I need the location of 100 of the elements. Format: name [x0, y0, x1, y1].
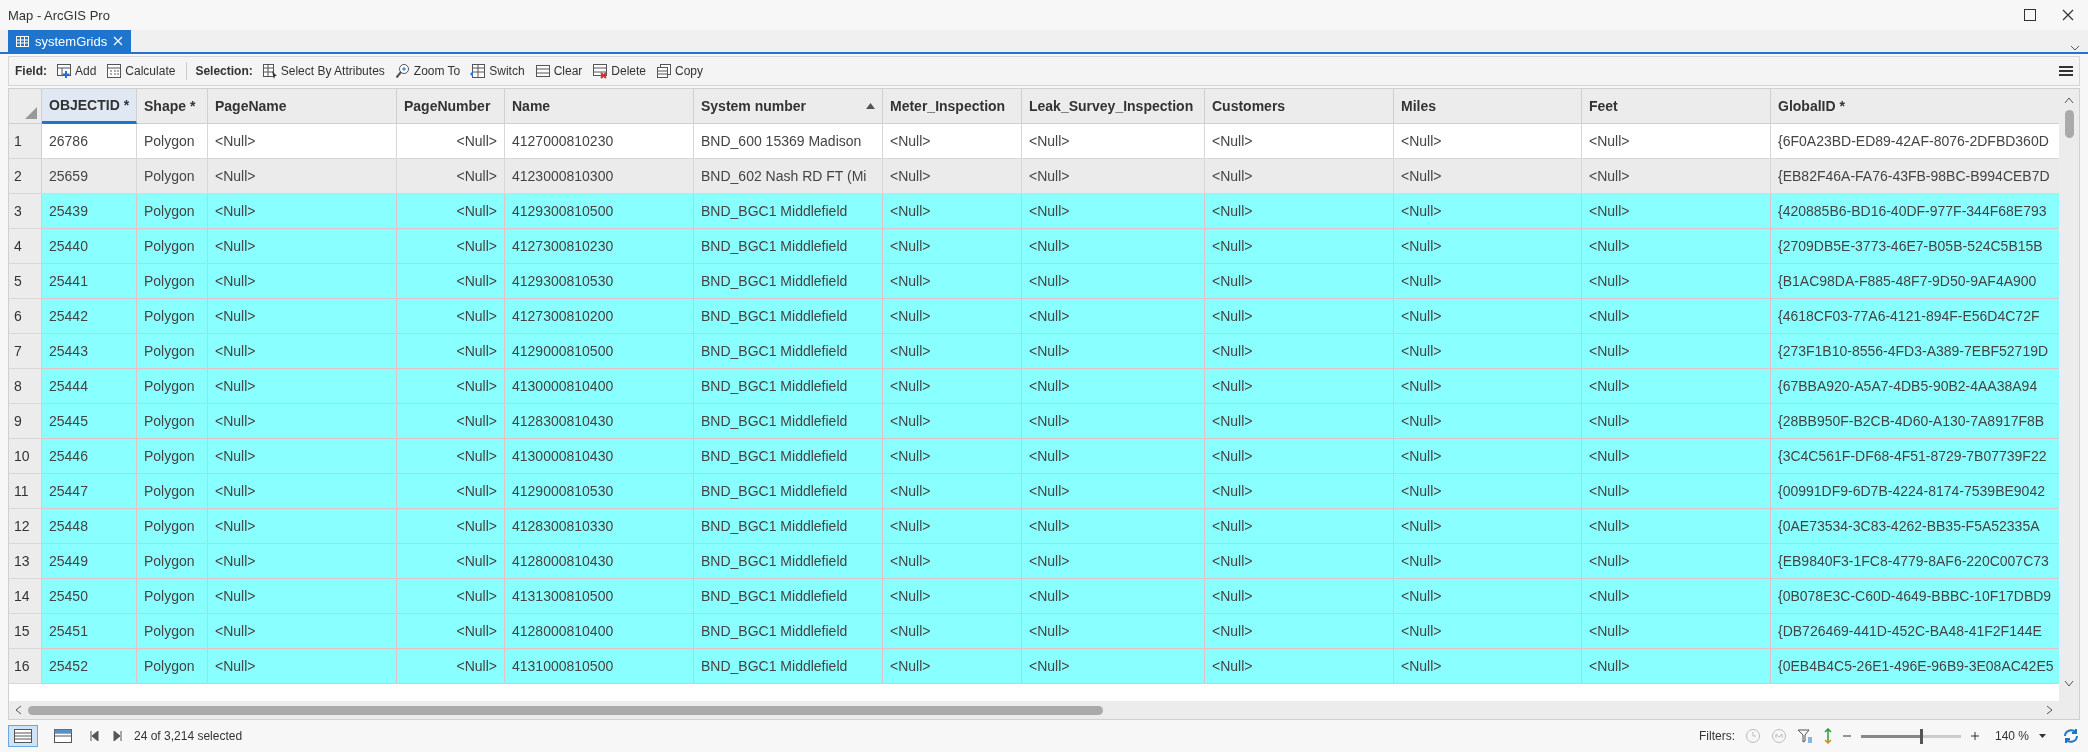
row-number: 14	[9, 579, 42, 614]
row-number: 7	[9, 334, 42, 369]
toolbar-button[interactable]: Add	[53, 61, 100, 81]
toolbar-button[interactable]: Clear	[531, 61, 586, 81]
copy-icon	[656, 63, 672, 79]
sort-arrows-icon	[1822, 728, 1833, 744]
scroll-up-icon	[2064, 97, 2074, 104]
table-view-icon	[14, 729, 32, 743]
calculator-icon	[106, 63, 123, 79]
table-row[interactable]: 12 25448 Polygon <Null> <Null> 4128300810330 BND_BGC1 Middlefield <Null> <Null> <Null> <Null> <Null> {0AE73534-3C83-4262-BB35-F5A52335A	[9, 509, 2059, 544]
toolbar-button[interactable]: Switch	[467, 61, 528, 81]
last-icon	[113, 731, 122, 741]
table-row[interactable]: 9 25445 Polygon <Null> <Null> 4128300810430 BND_BGC1 Middlefield <Null> <Null> <Null> <Null> <Null> {28BB950F-B2CB-4D60-A130-7A8917F8B	[9, 404, 2059, 439]
slider-thumb[interactable]	[1919, 728, 1923, 744]
column-header[interactable]: Leak_Survey_Inspection	[1022, 89, 1205, 124]
table-row[interactable]: 13 25449 Polygon <Null> <Null> 4128000810430 BND_BGC1 Middlefield <Null> <Null> <Null> <Null> <Null> {EB9840F3-1FC8-4779-8AF6-220C007C73	[9, 544, 2059, 579]
table-cell: <Null>	[1205, 649, 1394, 684]
column-header[interactable]: OBJECTID *	[42, 89, 137, 124]
scroll-down-icon	[2064, 680, 2074, 687]
row-number: 13	[9, 544, 42, 579]
row-number: 8	[9, 369, 42, 404]
maximize-icon	[2024, 9, 2036, 21]
table-cell: <Null>	[883, 649, 1022, 684]
toolbar-button[interactable]: Calculate	[103, 61, 179, 81]
refresh-icon	[2062, 727, 2080, 745]
group-label: Field:	[15, 64, 47, 78]
table-row[interactable]: 2 25659 Polygon <Null> <Null> 4123000810300 BND_602 Nash RD FT (Mi <Null> <Null> <Null> <Null> <Null> {EB82F46A-FA76-43FB-98BC-B994CEB7D	[9, 159, 2059, 194]
first-button[interactable]	[88, 731, 101, 741]
clock-icon	[1744, 728, 1761, 744]
close-icon	[113, 36, 124, 46]
scrollbar-thumb[interactable]	[2064, 110, 2074, 138]
first-icon	[90, 731, 99, 741]
table-cell: 25452	[42, 649, 137, 684]
row-number: 4	[9, 229, 42, 264]
filters-label: Filters:	[1698, 729, 1735, 743]
column-header[interactable]: PageNumber	[397, 89, 505, 124]
filter-icon	[1796, 728, 1813, 744]
table-cell: <Null>	[1394, 649, 1582, 684]
column-header[interactable]: System number	[694, 89, 883, 124]
select-table-icon	[261, 63, 278, 79]
table-row[interactable]: 3 25439 Polygon <Null> <Null> 4129300810500 BND_BGC1 Middlefield <Null> <Null> <Null> <Null> <Null> {420885B6-BD16-40DF-977F-344F68E793	[9, 194, 2059, 229]
toolbar-button[interactable]: Zoom To	[391, 61, 464, 81]
table-row[interactable]: 8 25444 Polygon <Null> <Null> 4130000810400 BND_BGC1 Middlefield <Null> <Null> <Null> <Null> <Null> {67BBA920-A5A7-4DB5-90B2-4AA38A94	[9, 369, 2059, 404]
plus-icon	[1970, 732, 1979, 740]
field-view-icon	[54, 729, 72, 743]
window-title: Map - ArcGIS Pro	[8, 7, 110, 23]
column-header[interactable]: PageName	[208, 89, 397, 124]
table-row[interactable]: 5 25441 Polygon <Null> <Null> 4129300810530 BND_BGC1 Middlefield <Null> <Null> <Null> <Null> <Null> {B1AC98DA-F885-48F7-9D50-9AF4A900	[9, 264, 2059, 299]
select-all-icon	[25, 107, 37, 119]
row-number: 6	[9, 299, 42, 334]
scroll-right-icon	[2046, 705, 2053, 715]
toolbar-button[interactable]: Select By Attributes	[258, 61, 388, 81]
chevron-down-icon	[2070, 44, 2080, 52]
table-row[interactable]: 11 25447 Polygon <Null> <Null> 4129000810530 BND_BGC1 Middlefield <Null> <Null> <Null> <Null> <Null> {00991DF9-6D7B-4224-8174-7539BE9042	[9, 474, 2059, 509]
table-row[interactable]: 1 26786 Polygon <Null> <Null> 4127000810230 BND_600 15369 Madison <Null> <Null> <Null> <Null> <Null> {6F0A23BD-ED89-42AF-8076-2DFBD360D	[9, 124, 2059, 159]
clear-table-icon	[534, 63, 551, 79]
minus-icon	[1842, 732, 1851, 740]
row-number: 12	[9, 509, 42, 544]
column-header[interactable]: Customers	[1205, 89, 1394, 124]
toolbar-button[interactable]: Delete	[589, 61, 649, 81]
magnifier-icon	[394, 63, 411, 79]
selection-count: 24 of 3,214 selected	[134, 729, 243, 743]
table-row[interactable]: 15 25451 Polygon <Null> <Null> 4128000810400 BND_BGC1 Middlefield <Null> <Null> <Null> <Null> <Null> {DB726469-441D-452C-BA48-41F2F144E	[9, 614, 2059, 649]
close-icon	[2062, 9, 2074, 21]
column-header[interactable]: Meter_Inspection	[883, 89, 1022, 124]
add-field-icon	[56, 63, 72, 79]
table-row[interactable]: 6 25442 Polygon <Null> <Null> 4127300810200 BND_BGC1 Middlefield <Null> <Null> <Null> <Null> <Null> {4618CF03-77A6-4121-894F-E56D4C72F	[9, 299, 2059, 334]
row-number: 11	[9, 474, 42, 509]
table-cell: <Null>	[1582, 649, 1771, 684]
table-cell: <Null>	[208, 649, 397, 684]
switch-icon	[470, 63, 487, 79]
group-label: Selection:	[195, 64, 253, 78]
table-icon	[16, 35, 29, 47]
table-row[interactable]: 4 25440 Polygon <Null> <Null> 4127300810230 BND_BGC1 Middlefield <Null> <Null> <Null> <Null> <Null> {2709DB5E-3773-46E7-B05B-524C5B15B	[9, 229, 2059, 264]
table-row[interactable]: 10 25446 Polygon <Null> <Null> 4130000810430 BND_BGC1 Middlefield <Null> <Null> <Null> <Null> <Null> {3C4C561F-DF68-4F51-8729-7B07739F22	[9, 439, 2059, 474]
column-header[interactable]: Name	[505, 89, 694, 124]
table-row[interactable]: 14 25450 Polygon <Null> <Null> 4131300810500 BND_BGC1 Middlefield <Null> <Null> <Null> <Null> <Null> {0B078E3C-C60D-4649-BBBC-10F17DBD9	[9, 579, 2059, 614]
table-cell: 4131000810500	[505, 649, 694, 684]
table-cell: <Null>	[397, 649, 505, 684]
zoom-dropdown[interactable]: 140 %	[1988, 725, 2052, 747]
table-cell: Polygon	[137, 649, 208, 684]
row-number: 9	[9, 404, 42, 439]
table-tab[interactable]: systemGrids	[8, 30, 132, 52]
table-cell: <Null>	[1022, 649, 1205, 684]
column-header[interactable]: Shape *	[137, 89, 208, 124]
row-number: 10	[9, 439, 42, 474]
table-row[interactable]: 16 25452 Polygon <Null> <Null> 4131000810500 BND_BGC1 Middlefield <Null> <Null> <Null> <Null> <Null> {0EB4B4C5-26E1-496E-96B9-3E08AC42E5	[9, 649, 2059, 684]
view-button[interactable]	[8, 725, 38, 747]
row-number: 5	[9, 264, 42, 299]
menu-icon	[2059, 65, 2073, 77]
column-header[interactable]: Feet	[1582, 89, 1771, 124]
caret-icon	[2039, 734, 2046, 738]
row-number: 1	[9, 124, 42, 159]
scrollbar-thumb[interactable]	[28, 705, 1103, 715]
column-header[interactable]: Miles	[1394, 89, 1582, 124]
last-button[interactable]	[111, 731, 124, 741]
table-row[interactable]: 7 25443 Polygon <Null> <Null> 4129000810500 BND_BGC1 Middlefield <Null> <Null> <Null> <Null> <Null> {273F1B10-8556-4FD3-A389-7EBF52719D	[9, 334, 2059, 369]
toolbar-button[interactable]: Copy	[653, 61, 706, 81]
tab-label: systemGrids	[35, 33, 108, 49]
row-number: 16	[9, 649, 42, 684]
